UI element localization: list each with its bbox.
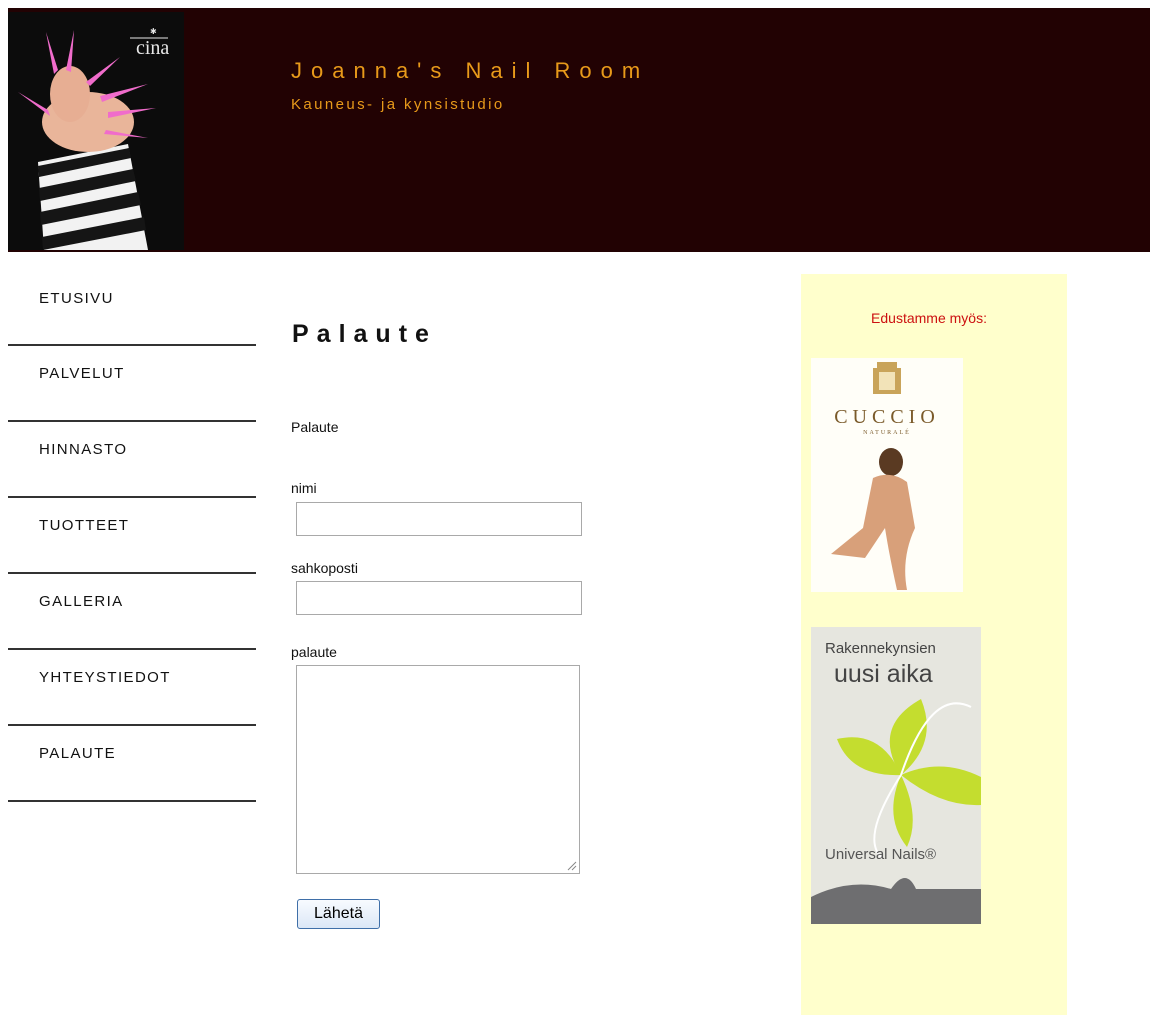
email-field[interactable]: [296, 581, 582, 615]
cuccio-sub: NATURALÉ: [863, 430, 911, 436]
cuccio-brand: CUCCIO: [834, 406, 940, 428]
form-heading: Palaute: [291, 419, 339, 435]
submit-button[interactable]: Lähetä: [297, 899, 380, 929]
nav-item-tuotteet[interactable]: TUOTTEET: [8, 498, 256, 574]
nav-item-label: HINNASTO: [39, 441, 128, 458]
nav-item-label: YHTEYSTIEDOT: [39, 669, 171, 686]
universal-line2: uusi aika: [834, 660, 933, 688]
svg-text:✱: ✱: [150, 27, 157, 36]
feedback-label: palaute: [291, 644, 337, 660]
site-subtitle: Kauneus- ja kynsistudio: [291, 96, 505, 113]
cina-logo: cina: [136, 37, 169, 59]
nav-item-etusivu[interactable]: ETUSIVU: [8, 270, 256, 346]
nav-item-yhteystiedot[interactable]: YHTEYSTIEDOT: [8, 650, 256, 726]
nav-item-label: PALAUTE: [39, 745, 117, 762]
nav-item-palaute[interactable]: PALAUTE: [8, 726, 256, 802]
page-title: Palaute: [292, 320, 437, 348]
universal-brand: Universal Nails®: [825, 846, 937, 863]
universal-line1: Rakennekynsien: [825, 640, 936, 657]
cuccio-ad[interactable]: CUCCIO NATURALÉ: [811, 358, 963, 592]
nav-item-label: ETUSIVU: [39, 290, 114, 307]
nav-item-galleria[interactable]: GALLERIA: [8, 574, 256, 650]
nav-item-label: GALLERIA: [39, 593, 124, 610]
site-header: cina ✱ Joanna's Nail Room Kauneus- ja ky…: [8, 8, 1150, 252]
email-label: sahkoposti: [291, 560, 358, 576]
universal-nails-ad[interactable]: Rakennekynsien uusi aika Universal Nails…: [811, 627, 981, 924]
nav-item-label: PALVELUT: [39, 365, 125, 382]
partner-sidebar: Edustamme myös: CUCCIO NATURALÉ Rakennek…: [801, 274, 1067, 1015]
site-title: Joanna's Nail Room: [291, 58, 650, 83]
name-field[interactable]: [296, 502, 582, 536]
name-label: nimi: [291, 480, 317, 496]
main-nav: ETUSIVU PALVELUT HINNASTO TUOTTEET GALLE…: [8, 270, 256, 802]
resize-grip-icon[interactable]: [567, 861, 577, 871]
header-nail-photo: cina ✱: [8, 12, 184, 250]
sidebar-title: Edustamme myös:: [871, 310, 987, 326]
nav-item-palvelut[interactable]: PALVELUT: [8, 346, 256, 422]
nav-item-hinnasto[interactable]: HINNASTO: [8, 422, 256, 498]
feedback-textarea[interactable]: [296, 665, 580, 874]
nav-item-label: TUOTTEET: [39, 517, 130, 534]
